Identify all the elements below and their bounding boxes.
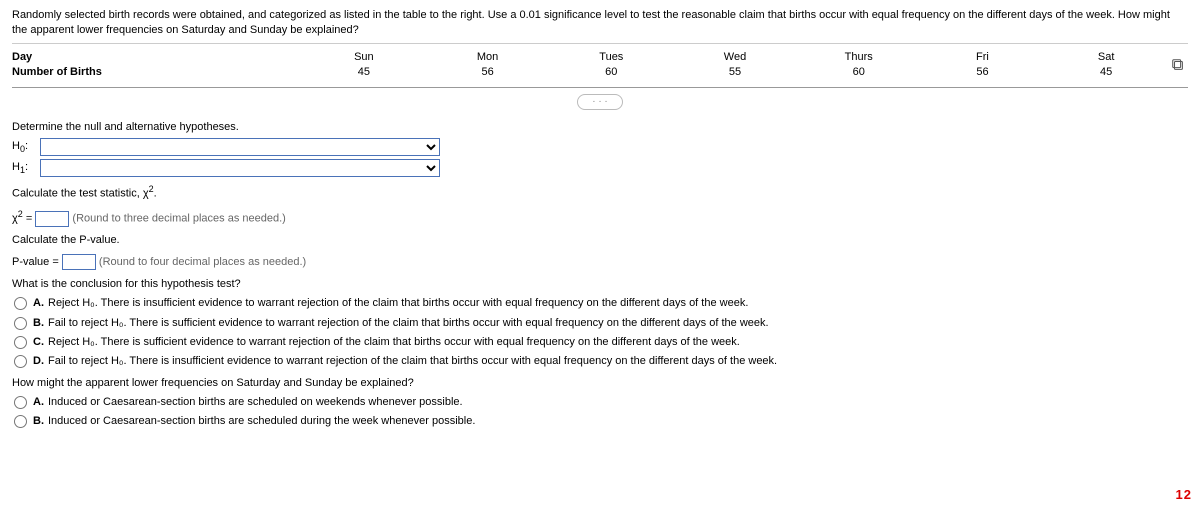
table-col: Mon 56 xyxy=(426,50,550,81)
day-header: Thurs xyxy=(797,50,921,65)
pvalue-prompt: Calculate the P-value. xyxy=(12,233,1188,248)
choice-letter: A. xyxy=(33,296,44,311)
h1-label: H1: xyxy=(12,160,40,177)
choice-text: Reject H₀. There is sufficient evidence … xyxy=(48,335,740,350)
choice-letter: B. xyxy=(33,316,44,331)
problem-intro: Randomly selected birth records were obt… xyxy=(12,8,1188,39)
pvalue-hint: (Round to four decimal places as needed.… xyxy=(99,256,306,268)
day-count: 45 xyxy=(1044,65,1168,80)
chi-square-input-row: χ2 = (Round to three decimal places as n… xyxy=(12,208,1188,227)
radio-b[interactable] xyxy=(14,317,27,330)
conclusion-choice[interactable]: C. Reject H₀. There is sufficient eviden… xyxy=(12,335,1188,350)
choice-letter: A. xyxy=(33,395,44,410)
divider xyxy=(12,43,1188,44)
day-count: 56 xyxy=(921,65,1045,80)
table-col: Sun 45 xyxy=(302,50,426,81)
h0-label: H0: xyxy=(12,139,40,156)
explain-choice[interactable]: B. Induced or Caesarean-section births a… xyxy=(12,414,1188,429)
table-col: Wed 55 xyxy=(673,50,797,81)
day-count: 60 xyxy=(797,65,921,80)
copy-icon[interactable] xyxy=(1168,50,1188,81)
chi-hint: (Round to three decimal places as needed… xyxy=(72,213,285,225)
radio-d[interactable] xyxy=(14,355,27,368)
day-header: Wed xyxy=(673,50,797,65)
day-count: 45 xyxy=(302,65,426,80)
choice-text: Fail to reject H₀. There is insufficient… xyxy=(48,354,777,369)
radio-a[interactable] xyxy=(14,297,27,310)
chi-square-input[interactable] xyxy=(35,211,69,227)
day-header: Mon xyxy=(426,50,550,65)
choice-letter: D. xyxy=(33,354,44,369)
pvalue-input[interactable] xyxy=(62,254,96,270)
day-header: Sun xyxy=(302,50,426,65)
day-header: Fri xyxy=(921,50,1045,65)
pvalue-input-row: P-value = (Round to four decimal places … xyxy=(12,254,1188,270)
table-col: Sat 45 xyxy=(1044,50,1168,81)
conclusion-choice[interactable]: D. Fail to reject H₀. There is insuffici… xyxy=(12,354,1188,369)
choice-text: Reject H₀. There is insufficient evidenc… xyxy=(48,296,748,311)
day-header: Tues xyxy=(549,50,673,65)
choice-text: Induced or Caesarean-section births are … xyxy=(48,414,475,429)
day-count: 56 xyxy=(426,65,550,80)
choice-text: Fail to reject H₀. There is sufficient e… xyxy=(48,316,769,331)
page-number: 12 xyxy=(1176,486,1192,504)
dots-icon: · · · xyxy=(577,94,623,110)
choice-letter: C. xyxy=(33,335,44,350)
radio-a2[interactable] xyxy=(14,396,27,409)
day-count: 60 xyxy=(549,65,673,80)
hypotheses-prompt: Determine the null and alternative hypot… xyxy=(12,120,1188,135)
table-col: Thurs 60 xyxy=(797,50,921,81)
radio-b2[interactable] xyxy=(14,415,27,428)
row-label-count: Number of Births xyxy=(12,65,302,80)
radio-c[interactable] xyxy=(14,336,27,349)
conclusion-choice[interactable]: A. Reject H₀. There is insufficient evid… xyxy=(12,296,1188,311)
conclusion-choice[interactable]: B. Fail to reject H₀. There is sufficien… xyxy=(12,316,1188,331)
conclusion-prompt: What is the conclusion for this hypothes… xyxy=(12,277,1188,292)
explain-choice[interactable]: A. Induced or Caesarean-section births a… xyxy=(12,395,1188,410)
data-table: Day Number of Births Sun 45 Mon 56 Tues … xyxy=(12,50,1188,88)
row-label-day: Day xyxy=(12,50,302,65)
test-stat-prompt: Calculate the test statistic, χ2. xyxy=(12,183,1188,202)
table-col: Tues 60 xyxy=(549,50,673,81)
choice-letter: B. xyxy=(33,414,44,429)
explain-prompt: How might the apparent lower frequencies… xyxy=(12,376,1188,391)
day-header: Sat xyxy=(1044,50,1168,65)
day-count: 55 xyxy=(673,65,797,80)
choice-text: Induced or Caesarean-section births are … xyxy=(48,395,463,410)
expand-toggle[interactable]: · · · xyxy=(12,94,1188,110)
table-col: Fri 56 xyxy=(921,50,1045,81)
h1-select[interactable] xyxy=(40,159,440,177)
h0-select[interactable] xyxy=(40,138,440,156)
